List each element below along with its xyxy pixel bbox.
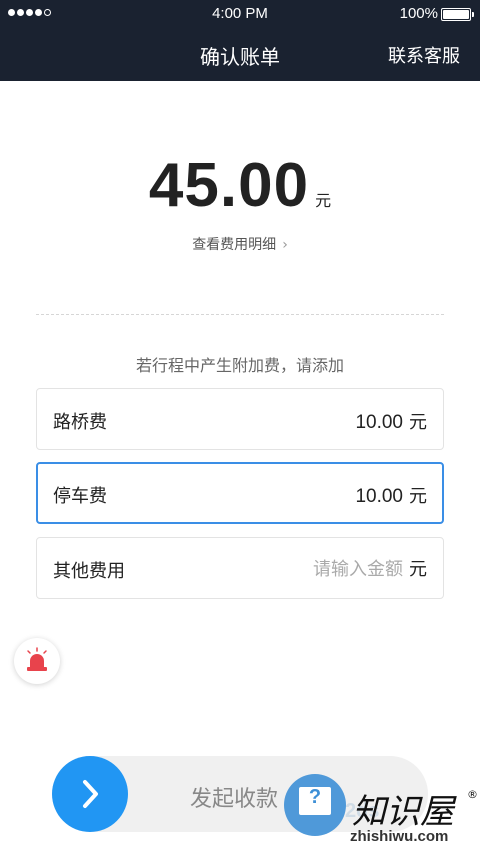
watermark-url: zhishiwu.com bbox=[350, 828, 449, 845]
fee-label: 路桥费 bbox=[53, 412, 107, 433]
app-header: 4:00 PM 100% 确认账单 联系客服 bbox=[0, 0, 480, 81]
fee-unit: 元 bbox=[409, 486, 427, 507]
contact-support-button[interactable]: 联系客服 bbox=[388, 42, 460, 68]
submit-payment-label: 发起收款 bbox=[190, 787, 279, 812]
fee-unit: 元 bbox=[409, 559, 427, 580]
fee-row-parking[interactable]: 停车费 10.00 元 bbox=[36, 462, 444, 524]
fee-detail-label: 查看费用明细 bbox=[192, 237, 277, 253]
watermark-registered-mark: ® bbox=[467, 788, 478, 801]
bill-amount-unit: 元 bbox=[315, 191, 332, 210]
toll-fee-input[interactable]: 10.00 bbox=[355, 412, 403, 433]
question-monitor-icon: ? bbox=[308, 786, 322, 808]
fee-detail-link[interactable]: 查看费用明细 › bbox=[0, 234, 480, 254]
fee-label: 其他费用 bbox=[53, 561, 125, 582]
bill-amount: 45.00 bbox=[148, 151, 310, 220]
fee-unit: 元 bbox=[409, 412, 427, 433]
submit-arrow-button[interactable] bbox=[52, 756, 128, 832]
status-bar: 4:00 PM 100% bbox=[0, 0, 480, 28]
battery-percent: 100% bbox=[399, 5, 438, 22]
fee-row-toll[interactable]: 路桥费 10.00 元 bbox=[36, 388, 444, 450]
other-fee-input[interactable] bbox=[293, 559, 403, 580]
emergency-alarm-button[interactable] bbox=[14, 638, 60, 684]
chevron-right-icon: › bbox=[282, 237, 288, 253]
alarm-siren-icon bbox=[27, 647, 47, 671]
dashed-divider bbox=[36, 314, 444, 315]
parking-fee-input[interactable]: 10.00 bbox=[355, 486, 403, 507]
watermark-brand: 知识屋 bbox=[352, 792, 454, 832]
chevron-right-icon bbox=[83, 780, 98, 808]
fee-label: 停车费 bbox=[53, 486, 107, 507]
bill-amount-row: 45.00 元 bbox=[0, 150, 480, 221]
extra-fee-hint: 若行程中产生附加费，请添加 bbox=[135, 356, 344, 375]
fee-row-other[interactable]: 其他费用 元 bbox=[36, 537, 444, 599]
battery-icon bbox=[441, 8, 474, 21]
